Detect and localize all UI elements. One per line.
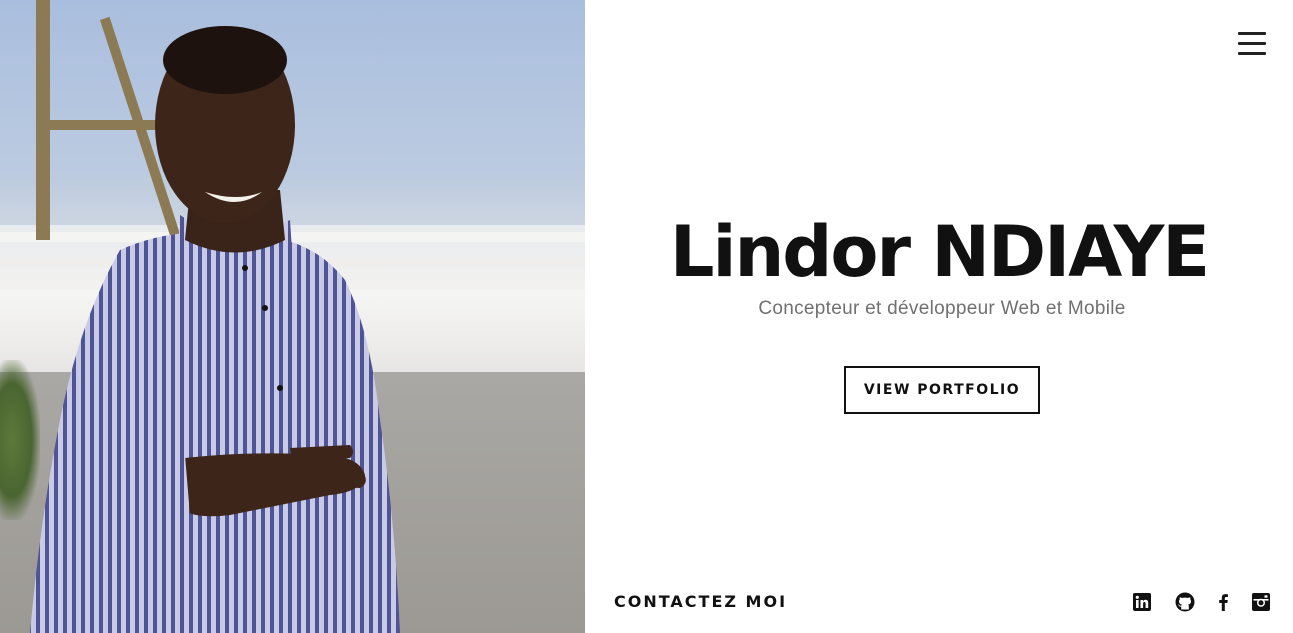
linkedin-icon[interactable] [1132, 592, 1152, 612]
contact-link[interactable]: CONTACTEZ MOI [614, 592, 787, 612]
hero-subtitle: Concepteur et développeur Web et Mobile [758, 298, 1126, 319]
page-title: Lindor NDIAYE [669, 211, 1210, 293]
instagram-icon[interactable] [1251, 592, 1271, 612]
hamburger-menu-icon[interactable] [1236, 30, 1268, 58]
github-icon[interactable] [1175, 592, 1195, 612]
view-portfolio-button[interactable]: VIEW PORTFOLIO [844, 366, 1040, 414]
facebook-icon[interactable] [1213, 592, 1233, 612]
profile-photo [0, 0, 585, 633]
